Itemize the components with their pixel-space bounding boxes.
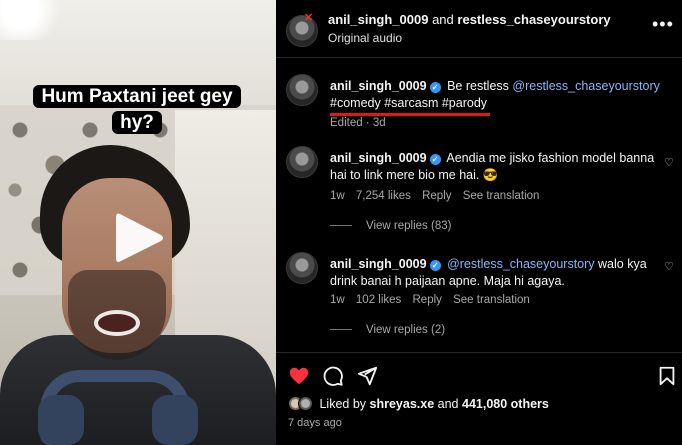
headphones-cup-right [152,395,198,445]
comment-text-line1: walo kya [598,257,647,271]
post-timestamp: 7 days ago [288,417,342,429]
verified-icon: ✓ [429,82,441,93]
likes-summary: Liked by shreyas.xe and 441,080 others [288,396,549,418]
comment-username[interactable]: anil_singh_0009 [330,151,427,165]
comment-reply-button[interactable]: Reply [413,294,442,306]
more-icon[interactable]: ••• [652,14,674,35]
highlight-underline [330,113,490,116]
heart-icon[interactable] [288,365,310,387]
post-panel: ✕ anil_singh_0009 and restless_chaseyour… [276,0,682,445]
avatar-badge-icon: ✕ [304,12,314,24]
caption-text: Be restless [447,79,509,93]
headphones-cup-left [38,395,84,445]
comment-mention[interactable]: @restless_chaseyourstory [447,257,594,271]
caption-meta: Edited · 3d [330,117,386,129]
comment-text-line2: hai to link mere bio me hai. 😎 [330,168,499,182]
comment-likes[interactable]: 102 likes [356,294,401,306]
video-light [0,0,60,40]
liker-avatar [298,396,313,412]
bookmark-icon[interactable] [656,365,678,387]
comment-reply-button[interactable]: Reply [422,190,451,202]
comment-age: 1w [330,294,345,306]
view-replies-label: View replies (83) [366,220,452,232]
caption-mention[interactable]: @restless_chaseyourstory [512,79,659,93]
view-replies-dash [330,225,352,227]
view-replies-button[interactable]: View replies (2) [330,324,445,336]
reel-video[interactable]: Hum Paxtani jeet gey hy? [0,0,276,445]
view-replies-button[interactable]: View replies (83) [330,220,451,232]
caption-username[interactable]: anil_singh_0009 [330,79,427,93]
author-username[interactable]: anil_singh_0009 [328,12,428,27]
person-mouth [94,310,140,336]
likes-others[interactable]: 441,080 others [462,397,549,411]
action-bar [276,352,682,397]
likes-text: Liked by shreyas.xe and 441,080 others [319,397,548,411]
comment-avatar[interactable] [286,146,318,178]
video-caption: Hum Paxtani jeet gey hy? [22,84,252,136]
comment-username[interactable]: anil_singh_0009 [330,257,427,271]
post-authors: anil_singh_0009 and restless_chaseyourst… [328,12,611,27]
comment-meta: 1w 102 likes Reply See translation [330,294,538,306]
comment-likes[interactable]: 7,254 likes [356,190,411,202]
caption-hashtags[interactable]: #comedy #sarcasm #parody [330,94,487,113]
likes-user[interactable]: shreyas.xe [370,397,435,411]
comment-icon[interactable] [322,365,344,387]
likes-and: and [437,396,459,411]
comment-like-heart-icon[interactable]: ♡ [664,156,674,169]
comment-like-heart-icon[interactable]: ♡ [664,260,674,273]
comment-age: 1w [330,190,345,202]
comment-meta: 1w 7,254 likes Reply See translation [330,190,547,202]
post-header: ✕ anil_singh_0009 and restless_chaseyour… [276,0,682,58]
video-caption-line2: hy? [112,111,162,134]
verified-icon: ✓ [429,260,441,271]
comment-text-line2: drink banai h paijaan apne. Maja hi agay… [330,274,565,288]
collaborator-username[interactable]: restless_chaseyourstory [457,12,610,27]
comment-avatar[interactable] [286,252,318,284]
video-caption-line1: Hum Paxtani jeet gey [33,85,241,108]
authors-joiner: and [432,12,454,27]
play-icon[interactable] [112,210,166,266]
view-replies-dash [330,329,352,331]
likes-prefix: Liked by [319,396,367,411]
comment-translate-button[interactable]: See translation [463,190,540,202]
verified-icon: ✓ [429,154,441,165]
audio-link[interactable]: Original audio [328,31,402,45]
view-replies-label: View replies (2) [366,324,446,336]
share-icon[interactable] [356,365,378,387]
comment-translate-button[interactable]: See translation [453,294,530,306]
caption-avatar[interactable] [286,74,318,106]
comment-text-line1: Aendia me jisko fashion model banna [446,151,655,165]
